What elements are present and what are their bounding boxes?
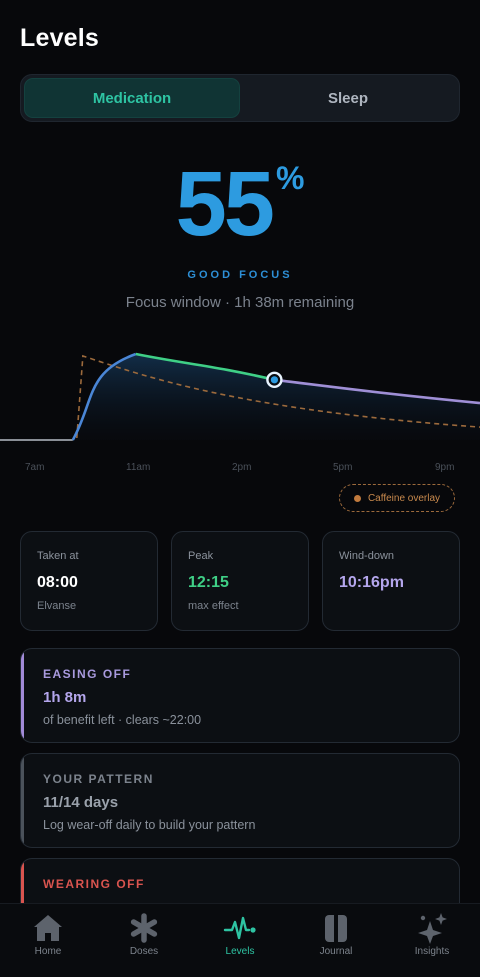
card-your-pattern[interactable]: YOUR PATTERN 11/14 days Log wear-off dai… [20, 753, 460, 848]
card-value: 11/14 days [43, 794, 119, 811]
x-tick-9pm: 9pm [435, 462, 455, 473]
current-time-dot [270, 376, 278, 384]
stat-label: Taken at [37, 550, 79, 562]
sparkle-icon [418, 913, 447, 944]
card-sub: Log wear-off daily to build your pattern [43, 818, 256, 832]
card-accent-bar [21, 649, 24, 742]
nav-levels[interactable]: Levels [192, 904, 288, 977]
journal-icon [325, 915, 347, 942]
asterisk-icon [130, 913, 158, 943]
tab-medication[interactable]: Medication [24, 78, 240, 118]
home-icon [34, 915, 62, 941]
medication-level-chart[interactable] [0, 330, 480, 480]
pulse-icon [223, 916, 256, 940]
focus-score: 55% [0, 152, 480, 257]
x-tick-5pm: 5pm [333, 462, 353, 473]
card-sub: of benefit left · clears ~22:00 [43, 713, 202, 727]
caffeine-dot-icon [353, 494, 361, 502]
focus-value: 55 [175, 153, 275, 255]
stat-sub: Elvanse [37, 600, 77, 612]
tab-sleep[interactable]: Sleep [240, 78, 456, 118]
focus-window-text: Focus window · 1h 38m remaining [125, 294, 355, 311]
card-accent-bar [21, 754, 24, 847]
nav-label: Journal [319, 946, 353, 957]
x-tick-7am: 7am [25, 462, 45, 473]
stat-value: 10:16pm [339, 574, 404, 591]
x-tick-2pm: 2pm [232, 462, 252, 473]
x-tick-11am: 11am [126, 462, 151, 473]
nav-doses[interactable]: Doses [96, 904, 192, 977]
card-easing-off[interactable]: EASING OFF 1h 8m of benefit left · clear… [20, 648, 460, 743]
stat-label: Wind-down [339, 550, 395, 562]
nav-label: Home [34, 946, 62, 957]
nav-label: Doses [129, 946, 159, 957]
card-key: WEARING OFF [43, 877, 145, 891]
stat-sub: max effect [188, 600, 239, 612]
mode-segmented-control: Medication Sleep [20, 74, 460, 122]
card-key: EASING OFF [43, 667, 132, 681]
stat-peak[interactable]: Peak 12:15 max effect [171, 531, 309, 631]
bottom-navigation: Home Doses Levels Journal Insights [0, 903, 480, 977]
nav-home[interactable]: Home [0, 904, 96, 977]
nav-label: Insights [414, 946, 450, 957]
nav-label: Levels [225, 946, 255, 957]
focus-status-label: GOOD FOCUS [187, 269, 293, 281]
card-key: YOUR PATTERN [43, 772, 154, 786]
stat-wind-down[interactable]: Wind-down 10:16pm [322, 531, 460, 631]
focus-unit: % [275, 160, 305, 196]
nav-journal[interactable]: Journal [288, 904, 384, 977]
card-value: 1h 8m [43, 689, 87, 706]
stat-value: 12:15 [188, 574, 229, 591]
nav-insights[interactable]: Insights [384, 904, 480, 977]
caffeine-overlay-toggle[interactable]: Caffeine overlay [339, 484, 455, 512]
stat-label: Peak [188, 550, 214, 562]
caffeine-overlay-label: Caffeine overlay [367, 492, 441, 504]
stat-value: 08:00 [37, 574, 78, 591]
page-title: Levels [20, 24, 100, 52]
stat-taken-at[interactable]: Taken at 08:00 Elvanse [20, 531, 158, 631]
